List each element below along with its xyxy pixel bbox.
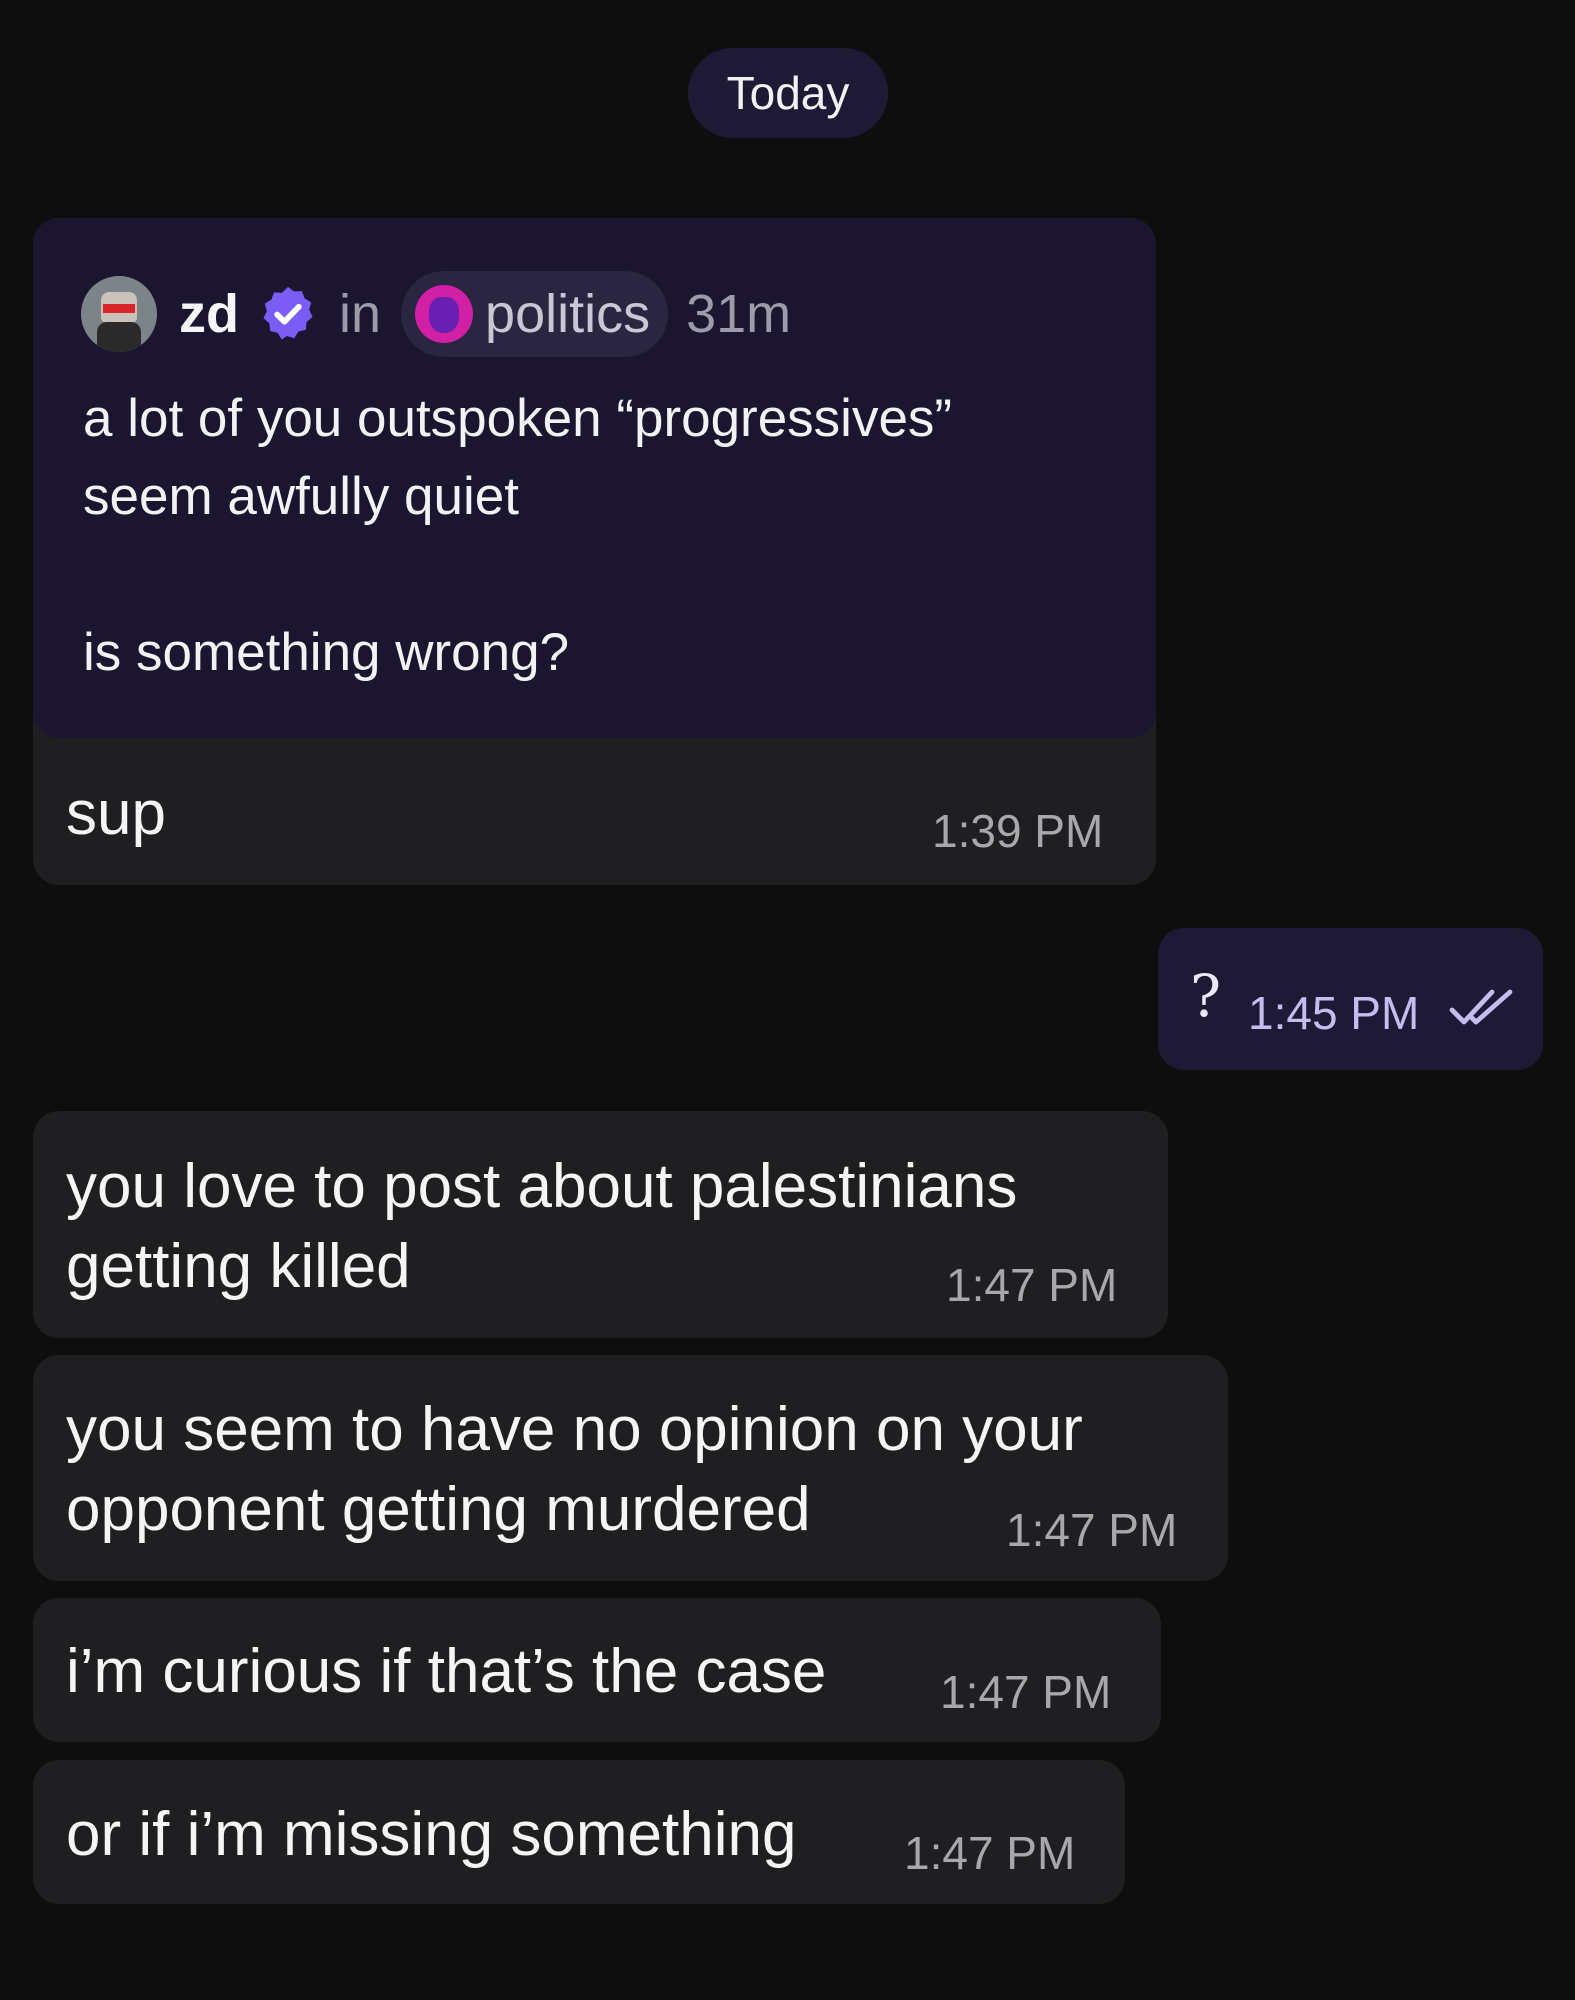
message-text: or if i’m missing something <box>66 1800 797 1869</box>
message-text: ? <box>1190 962 1222 1030</box>
date-separator: Today <box>688 48 888 138</box>
read-double-check-icon <box>1449 989 1513 1025</box>
message-text: getting killed <box>66 1232 411 1301</box>
community-chip[interactable]: politics <box>401 271 669 357</box>
post-body-line: a lot of you outspoken “progressives” <box>83 389 953 448</box>
quoted-post-header: zd in politics 31m <box>81 271 792 357</box>
message-time: 1:47 PM <box>904 1827 1076 1879</box>
message-text: i’m curious if that’s the case <box>66 1637 827 1706</box>
post-body-line: is something wrong? <box>83 623 570 682</box>
sent-message-bubble[interactable]: ? 1:45 PM <box>1158 928 1543 1070</box>
in-label: in <box>339 284 382 344</box>
message-time: 1:39 PM <box>932 805 1104 857</box>
post-age: 31m <box>686 284 792 344</box>
community-icon <box>415 285 474 343</box>
post-body-line: seem awfully quiet <box>83 467 519 526</box>
message-text: sup <box>66 779 166 848</box>
message-time: 1:47 PM <box>1006 1504 1178 1556</box>
message-text: you love to post about palestinians <box>66 1152 1018 1221</box>
community-name: politics <box>485 284 651 344</box>
message-time: 1:45 PM <box>1248 987 1420 1039</box>
post-author[interactable]: zd <box>179 283 239 345</box>
message-text: opponent getting murdered <box>66 1475 811 1544</box>
message-text: you seem to have no opinion on your <box>66 1395 1083 1464</box>
user-avatar[interactable] <box>81 276 157 352</box>
message-time: 1:47 PM <box>940 1666 1112 1718</box>
quoted-post-body: a lot of you outspoken “progressives” se… <box>83 380 1123 692</box>
date-separator-label: Today <box>726 67 850 119</box>
verified-badge-icon <box>263 286 313 340</box>
quoted-post-card[interactable]: zd in politics 31m a lot of you outspoke… <box>33 218 1156 738</box>
message-time: 1:47 PM <box>946 1259 1118 1311</box>
